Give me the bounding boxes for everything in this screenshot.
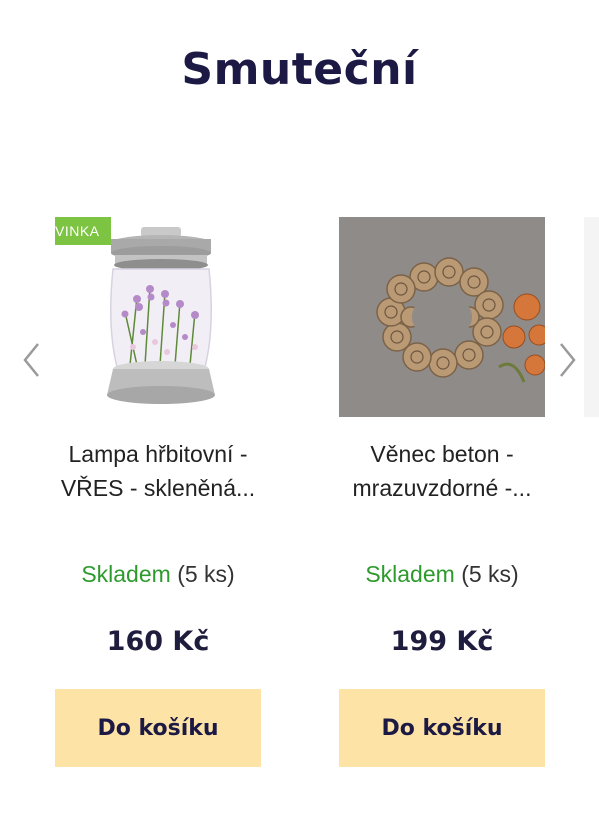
stock-status: Skladem (5 ks) <box>312 561 572 588</box>
product-price: 160 Kč <box>106 626 210 657</box>
product-card[interactable]: NOVINKA <box>55 217 261 767</box>
carousel-prev-button[interactable] <box>20 338 44 382</box>
in-stock-label: Skladem <box>81 561 171 587</box>
next-product-peek <box>584 217 599 417</box>
product-card[interactable]: Věnec beton - mrazuvzdorné -... Skladem … <box>339 217 545 767</box>
chevron-left-icon <box>23 343 39 377</box>
product-name[interactable]: Věnec beton - mrazuvzdorné -... <box>312 437 572 505</box>
carousel-next-button[interactable] <box>555 338 579 382</box>
chevron-right-icon <box>560 343 576 377</box>
stock-count: (5 ks) <box>177 561 235 587</box>
concrete-wreath-image <box>339 217 545 417</box>
stock-count: (5 ks) <box>461 561 519 587</box>
product-image[interactable] <box>339 217 545 417</box>
product-image[interactable]: NOVINKA <box>55 217 261 417</box>
add-to-cart-button[interactable]: Do košíku <box>55 689 261 767</box>
cemetery-lamp-image <box>107 227 215 404</box>
product-price: 199 Kč <box>390 626 494 657</box>
add-to-cart-button[interactable]: Do košíku <box>339 689 545 767</box>
product-name[interactable]: Lampa hřbitovní - VŘES - skleněná... <box>28 437 288 505</box>
section-title: Smuteční <box>181 44 418 95</box>
new-badge: NOVINKA <box>55 217 111 245</box>
in-stock-label: Skladem <box>365 561 455 587</box>
stock-status: Skladem (5 ks) <box>28 561 288 588</box>
